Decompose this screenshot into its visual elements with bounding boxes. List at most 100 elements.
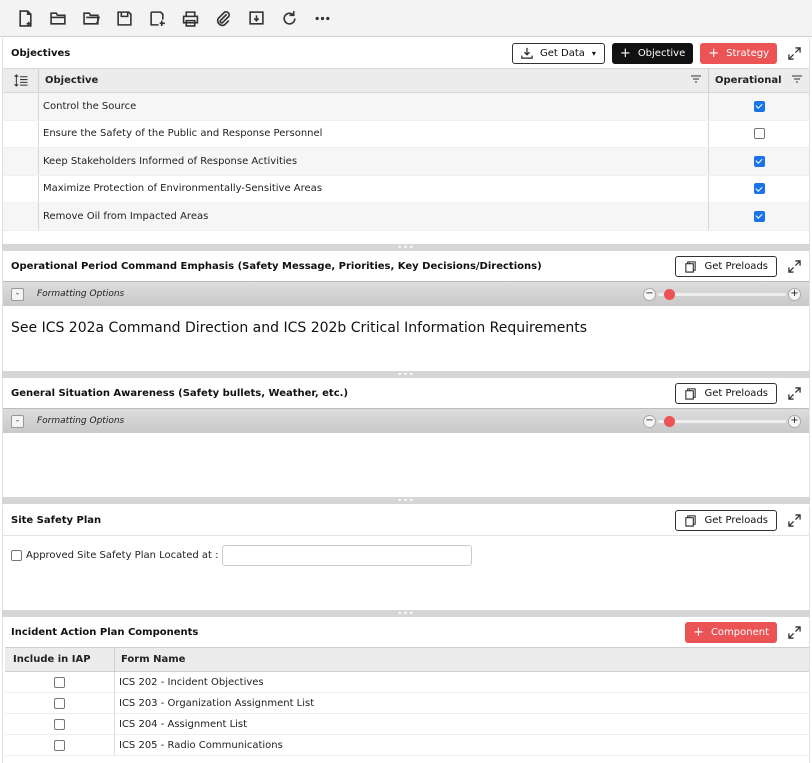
- plus-icon: +: [693, 624, 704, 640]
- site-safety-header: Site Safety Plan Get Preloads: [3, 505, 809, 535]
- formatting-options-label: Formatting Options: [37, 416, 125, 426]
- filter-icon[interactable]: [791, 74, 803, 87]
- add-strategy-button[interactable]: + Strategy: [700, 42, 777, 64]
- column-operational[interactable]: Operational: [709, 69, 809, 92]
- situation-panel: General Situation Awareness (Safety bull…: [2, 378, 810, 497]
- open-folder-icon[interactable]: [42, 5, 75, 31]
- form-name: ICS 202 - Incident Objectives: [119, 676, 264, 688]
- preloads-icon: [684, 514, 696, 527]
- zoom-track[interactable]: [658, 415, 786, 427]
- situation-title: General Situation Awareness (Safety bull…: [11, 387, 349, 399]
- plan-location-input[interactable]: [222, 545, 473, 566]
- approved-plan-checkbox[interactable]: [11, 550, 22, 561]
- get-preloads-button[interactable]: Get Preloads: [674, 255, 777, 277]
- panel-splitter[interactable]: •••: [2, 609, 810, 617]
- column-include[interactable]: Include in IAP: [5, 648, 115, 671]
- include-checkbox[interactable]: [54, 676, 65, 688]
- sort-order-icon[interactable]: [3, 69, 39, 92]
- iap-panel: Incident Action Plan Components + Compon…: [2, 617, 810, 763]
- approved-plan-label: Approved Site Safety Plan Located at :: [26, 550, 219, 561]
- formatting-options-bar: - Formatting Options − +: [3, 408, 809, 433]
- get-preloads-label: Get Preloads: [704, 514, 768, 526]
- form-name: ICS 205 - Radio Communications: [119, 739, 283, 751]
- column-objective-label: Objective: [45, 75, 99, 86]
- new-file-icon[interactable]: [9, 5, 42, 31]
- table-row[interactable]: ICS 204 - Assignment List: [5, 714, 809, 735]
- zoom-out-button[interactable]: −: [643, 287, 656, 301]
- expand-icon[interactable]: [783, 509, 805, 531]
- filter-icon[interactable]: [690, 74, 702, 87]
- main-toolbar: [0, 0, 812, 37]
- table-row[interactable]: Control the Source: [3, 93, 809, 121]
- get-preloads-button[interactable]: Get Preloads: [674, 382, 777, 404]
- table-row[interactable]: Maximize Protection of Environmentally-S…: [3, 175, 809, 203]
- operational-checkbox[interactable]: [753, 183, 765, 195]
- operational-checkbox[interactable]: [753, 128, 765, 140]
- include-checkbox[interactable]: [54, 739, 65, 751]
- expand-icon[interactable]: [783, 255, 805, 277]
- command-emphasis-title: Operational Period Command Emphasis (Saf…: [11, 260, 542, 272]
- site-safety-panel: Site Safety Plan Get Preloads Approved S…: [2, 505, 810, 610]
- column-objective[interactable]: Objective: [39, 69, 709, 92]
- objective-text: Keep Stakeholders Informed of Response A…: [39, 148, 709, 175]
- zoom-slider[interactable]: − +: [643, 287, 801, 301]
- objective-text: Remove Oil from Impacted Areas: [39, 203, 709, 230]
- table-row[interactable]: Remove Oil from Impacted Areas: [3, 203, 809, 231]
- get-preloads-label: Get Preloads: [704, 387, 768, 399]
- panel-splitter[interactable]: •••: [2, 370, 810, 378]
- situation-editor[interactable]: [3, 433, 809, 461]
- get-data-label: Get Data: [540, 47, 585, 59]
- get-data-button[interactable]: Get Data ▾: [512, 42, 605, 64]
- objectives-header: Objectives Get Data ▾ + Objective + Stra…: [3, 38, 809, 68]
- preloads-icon: [684, 387, 696, 400]
- operational-checkbox[interactable]: [753, 100, 765, 112]
- expand-icon[interactable]: [783, 382, 805, 404]
- panel-splitter[interactable]: •••: [2, 496, 810, 504]
- table-row[interactable]: ICS 203 - Organization Assignment List: [5, 693, 809, 714]
- situation-header: General Situation Awareness (Safety bull…: [3, 378, 809, 408]
- zoom-slider[interactable]: − +: [643, 414, 801, 428]
- table-row[interactable]: ICS 205 - Radio Communications: [5, 735, 809, 756]
- iap-header: Incident Action Plan Components + Compon…: [3, 617, 809, 647]
- objectives-title: Objectives: [11, 47, 71, 59]
- include-checkbox[interactable]: [54, 718, 65, 730]
- more-icon[interactable]: [306, 5, 339, 31]
- save-icon[interactable]: [108, 5, 141, 31]
- zoom-track[interactable]: [658, 288, 786, 300]
- collapse-toggle[interactable]: -: [11, 414, 24, 428]
- command-emphasis-panel: Operational Period Command Emphasis (Saf…: [2, 251, 810, 371]
- zoom-in-button[interactable]: +: [788, 287, 801, 301]
- formatting-options-label: Formatting Options: [37, 289, 125, 299]
- table-row[interactable]: Ensure the Safety of the Public and Resp…: [3, 120, 809, 148]
- collapse-toggle[interactable]: -: [11, 287, 24, 301]
- zoom-knob[interactable]: [664, 288, 676, 300]
- attach-icon[interactable]: [207, 5, 240, 31]
- save-as-icon[interactable]: [141, 5, 174, 31]
- include-checkbox[interactable]: [54, 697, 65, 709]
- column-form-name[interactable]: Form Name: [115, 648, 809, 671]
- get-preloads-label: Get Preloads: [704, 260, 768, 272]
- operational-checkbox[interactable]: [753, 155, 765, 167]
- panel-splitter[interactable]: •••: [2, 243, 810, 251]
- expand-icon[interactable]: [783, 621, 805, 643]
- table-row[interactable]: Keep Stakeholders Informed of Response A…: [3, 148, 809, 176]
- print-icon[interactable]: [174, 5, 207, 31]
- add-objective-button[interactable]: + Objective: [611, 42, 694, 64]
- add-component-label: Component: [710, 626, 769, 638]
- objectives-panel: Objectives Get Data ▾ + Objective + Stra…: [2, 38, 810, 244]
- zoom-out-button[interactable]: −: [643, 414, 656, 428]
- add-objective-label: Objective: [637, 47, 686, 59]
- objective-text: Control the Source: [39, 93, 709, 120]
- zoom-knob[interactable]: [664, 415, 676, 427]
- site-safety-row: Approved Site Safety Plan Located at :: [3, 545, 809, 566]
- open-folder-alt-icon[interactable]: [75, 5, 108, 31]
- table-row[interactable]: ICS 202 - Incident Objectives: [5, 672, 809, 693]
- command-emphasis-editor[interactable]: See ICS 202a Command Direction and ICS 2…: [3, 306, 809, 350]
- refresh-icon[interactable]: [273, 5, 306, 31]
- export-icon[interactable]: [240, 5, 273, 31]
- zoom-in-button[interactable]: +: [788, 414, 801, 428]
- operational-checkbox[interactable]: [753, 210, 765, 222]
- add-component-button[interactable]: + Component: [685, 621, 777, 643]
- expand-icon[interactable]: [783, 42, 805, 64]
- get-preloads-button[interactable]: Get Preloads: [674, 509, 777, 531]
